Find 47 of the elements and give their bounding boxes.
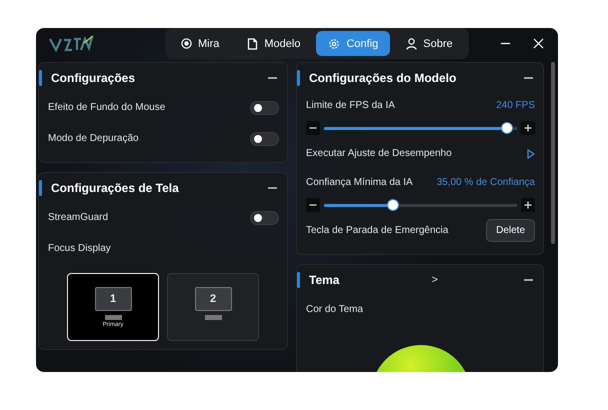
minus-icon[interactable] bbox=[306, 121, 320, 135]
accent-bar bbox=[39, 70, 42, 86]
panel-title: Configurações do Modelo bbox=[309, 70, 456, 84]
nav-tab[interactable]: Config bbox=[316, 31, 390, 56]
panel-title: Tema bbox=[309, 272, 340, 286]
scrollbar-thumb[interactable] bbox=[551, 62, 555, 244]
toggle-switch[interactable] bbox=[250, 100, 279, 114]
nav-tab[interactable]: Modelo bbox=[235, 31, 312, 56]
minus-icon[interactable] bbox=[306, 198, 320, 212]
chevron-text: > bbox=[431, 274, 438, 286]
panel-title: Configurações bbox=[51, 70, 136, 84]
monitor-number: 2 bbox=[194, 287, 232, 311]
slider-thumb[interactable] bbox=[501, 122, 514, 134]
monitor-number: 1 bbox=[94, 287, 132, 311]
settings-icon bbox=[328, 38, 340, 50]
setting-label: Cor do Tema bbox=[306, 304, 364, 315]
accent-bar bbox=[39, 180, 42, 196]
user-icon bbox=[406, 38, 418, 50]
radio-icon bbox=[181, 38, 192, 49]
accent-bar bbox=[297, 272, 300, 288]
nav-tab[interactable]: Mira bbox=[169, 31, 232, 56]
slider-thumb[interactable] bbox=[387, 199, 400, 211]
setting-label: Modo de Depuração bbox=[48, 133, 139, 144]
toggle-switch[interactable] bbox=[250, 132, 279, 146]
setting-label: Confiança Mínima da IA bbox=[306, 176, 413, 188]
setting-label: Executar Ajuste de Desempenho bbox=[306, 148, 452, 159]
accent-bar bbox=[297, 70, 300, 86]
setting-label: Efeito de Fundo do Mouse bbox=[48, 102, 166, 113]
setting-label: Limite de FPS da IA bbox=[306, 100, 395, 110]
slider-value: 35,00 % de Confiança bbox=[436, 176, 535, 188]
setting-label: Focus Display bbox=[48, 243, 111, 254]
document-icon bbox=[247, 38, 258, 50]
setting-label: StreamGuard bbox=[48, 212, 108, 223]
slider-value: 240 FPS bbox=[496, 100, 535, 110]
key-button[interactable]: Delete bbox=[486, 219, 535, 242]
setting-label: Tecla de Parada de Emergência bbox=[306, 225, 448, 236]
nav-tab[interactable]: Sobre bbox=[394, 31, 465, 56]
display-card[interactable]: 2 bbox=[167, 273, 259, 341]
close-icon[interactable] bbox=[533, 38, 544, 49]
plus-icon[interactable] bbox=[521, 121, 535, 135]
toggle-switch[interactable] bbox=[250, 210, 279, 224]
monitor-stand-icon bbox=[204, 315, 222, 320]
plus-icon[interactable] bbox=[521, 198, 535, 212]
logo-icon bbox=[48, 34, 94, 54]
play-icon[interactable] bbox=[527, 148, 535, 158]
monitor-stand-icon bbox=[104, 315, 122, 320]
panel-title: Configurações de Tela bbox=[51, 180, 179, 194]
